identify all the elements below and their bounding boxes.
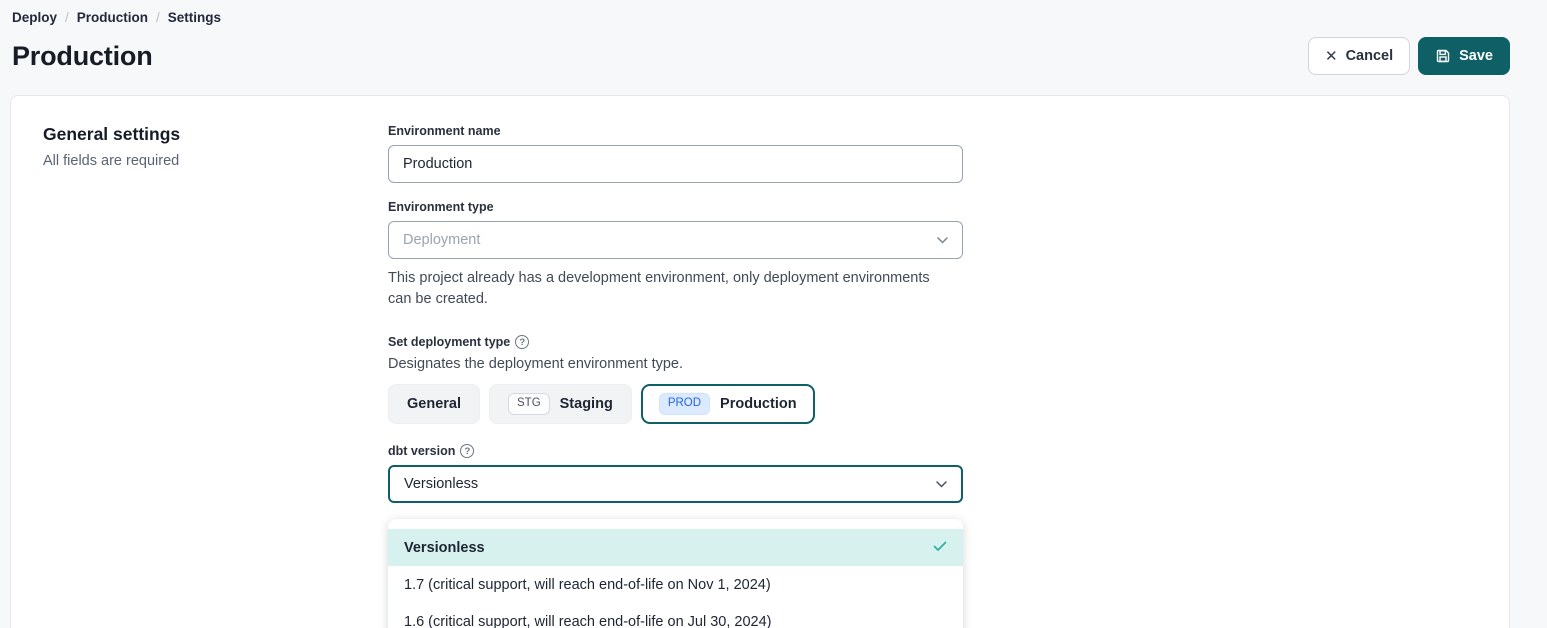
deployment-type-options: General STG Staging PROD Production bbox=[388, 384, 963, 424]
deployment-type-staging-button[interactable]: STG Staging bbox=[489, 384, 632, 424]
breadcrumb-separator: / bbox=[156, 10, 160, 25]
deployment-type-label: Set deployment type ? bbox=[388, 335, 963, 349]
breadcrumb-deploy[interactable]: Deploy bbox=[12, 10, 57, 25]
save-button[interactable]: Save bbox=[1418, 37, 1510, 75]
general-settings-card: General settings All fields are required… bbox=[10, 95, 1510, 628]
card-left-column: General settings All fields are required bbox=[43, 124, 388, 628]
breadcrumb: Deploy / Production / Settings bbox=[10, 8, 1510, 35]
page: Deploy / Production / Settings Productio… bbox=[0, 0, 1547, 628]
floppy-disk-icon bbox=[1435, 48, 1451, 64]
environment-name-input[interactable] bbox=[388, 145, 963, 183]
dbt-version-label-text: dbt version bbox=[388, 444, 455, 458]
settings-form: Environment name Environment type Deploy… bbox=[388, 124, 963, 628]
stg-badge: STG bbox=[508, 393, 550, 415]
deployment-type-general-label: General bbox=[407, 396, 461, 412]
page-title: Production bbox=[12, 41, 153, 72]
page-header: Production ✕ Cancel Save bbox=[10, 35, 1510, 95]
dbt-version-field-group: dbt version ? Versionless Versionless bbox=[388, 444, 963, 628]
dropdown-option-label: 1.7 (critical support, will reach end-of… bbox=[404, 577, 771, 593]
deployment-type-general-button[interactable]: General bbox=[388, 384, 480, 424]
question-circle-icon[interactable]: ? bbox=[515, 335, 529, 349]
breadcrumb-production[interactable]: Production bbox=[77, 10, 148, 25]
deployment-type-production-label: Production bbox=[720, 396, 797, 412]
environment-name-label: Environment name bbox=[388, 124, 963, 138]
breadcrumb-separator: / bbox=[65, 10, 69, 25]
environment-name-field-group: Environment name bbox=[388, 124, 963, 183]
dbt-version-select[interactable]: Versionless bbox=[388, 465, 963, 503]
cancel-button[interactable]: ✕ Cancel bbox=[1308, 37, 1410, 75]
deployment-type-production-button[interactable]: PROD Production bbox=[641, 384, 815, 424]
save-button-label: Save bbox=[1459, 48, 1493, 64]
prod-badge: PROD bbox=[659, 393, 710, 415]
environment-type-select[interactable]: Deployment bbox=[388, 221, 963, 259]
section-subheading: All fields are required bbox=[43, 153, 388, 169]
dropdown-option-1-7[interactable]: 1.7 (critical support, will reach end-of… bbox=[388, 566, 963, 603]
cancel-button-label: Cancel bbox=[1346, 48, 1394, 64]
breadcrumb-settings[interactable]: Settings bbox=[168, 10, 221, 25]
dropdown-option-label: Versionless bbox=[404, 540, 485, 556]
dbt-version-value: Versionless bbox=[404, 476, 478, 492]
environment-type-helper: This project already has a development e… bbox=[388, 268, 948, 310]
check-icon bbox=[933, 540, 947, 556]
dropdown-option-label: 1.6 (critical support, will reach end-of… bbox=[404, 614, 772, 628]
close-icon: ✕ bbox=[1325, 47, 1338, 65]
dbt-version-label: dbt version ? bbox=[388, 444, 963, 458]
deployment-type-field-group: Set deployment type ? Designates the dep… bbox=[388, 335, 963, 424]
environment-type-field-group: Environment type Deployment This project… bbox=[388, 200, 963, 310]
deployment-type-staging-label: Staging bbox=[560, 396, 613, 412]
dropdown-option-1-6[interactable]: 1.6 (critical support, will reach end-of… bbox=[388, 603, 963, 628]
chevron-down-icon bbox=[936, 481, 947, 488]
dropdown-option-versionless[interactable]: Versionless bbox=[388, 529, 963, 566]
environment-type-value: Deployment bbox=[403, 232, 480, 248]
deployment-type-description: Designates the deployment environment ty… bbox=[388, 356, 963, 372]
header-actions: ✕ Cancel Save bbox=[1308, 37, 1510, 75]
deployment-type-label-text: Set deployment type bbox=[388, 335, 510, 349]
environment-type-label: Environment type bbox=[388, 200, 963, 214]
chevron-down-icon bbox=[937, 237, 948, 244]
question-circle-icon[interactable]: ? bbox=[460, 444, 474, 458]
dbt-version-dropdown-menu: Versionless 1.7 (critical support, will … bbox=[388, 519, 963, 628]
section-heading: General settings bbox=[43, 124, 388, 145]
